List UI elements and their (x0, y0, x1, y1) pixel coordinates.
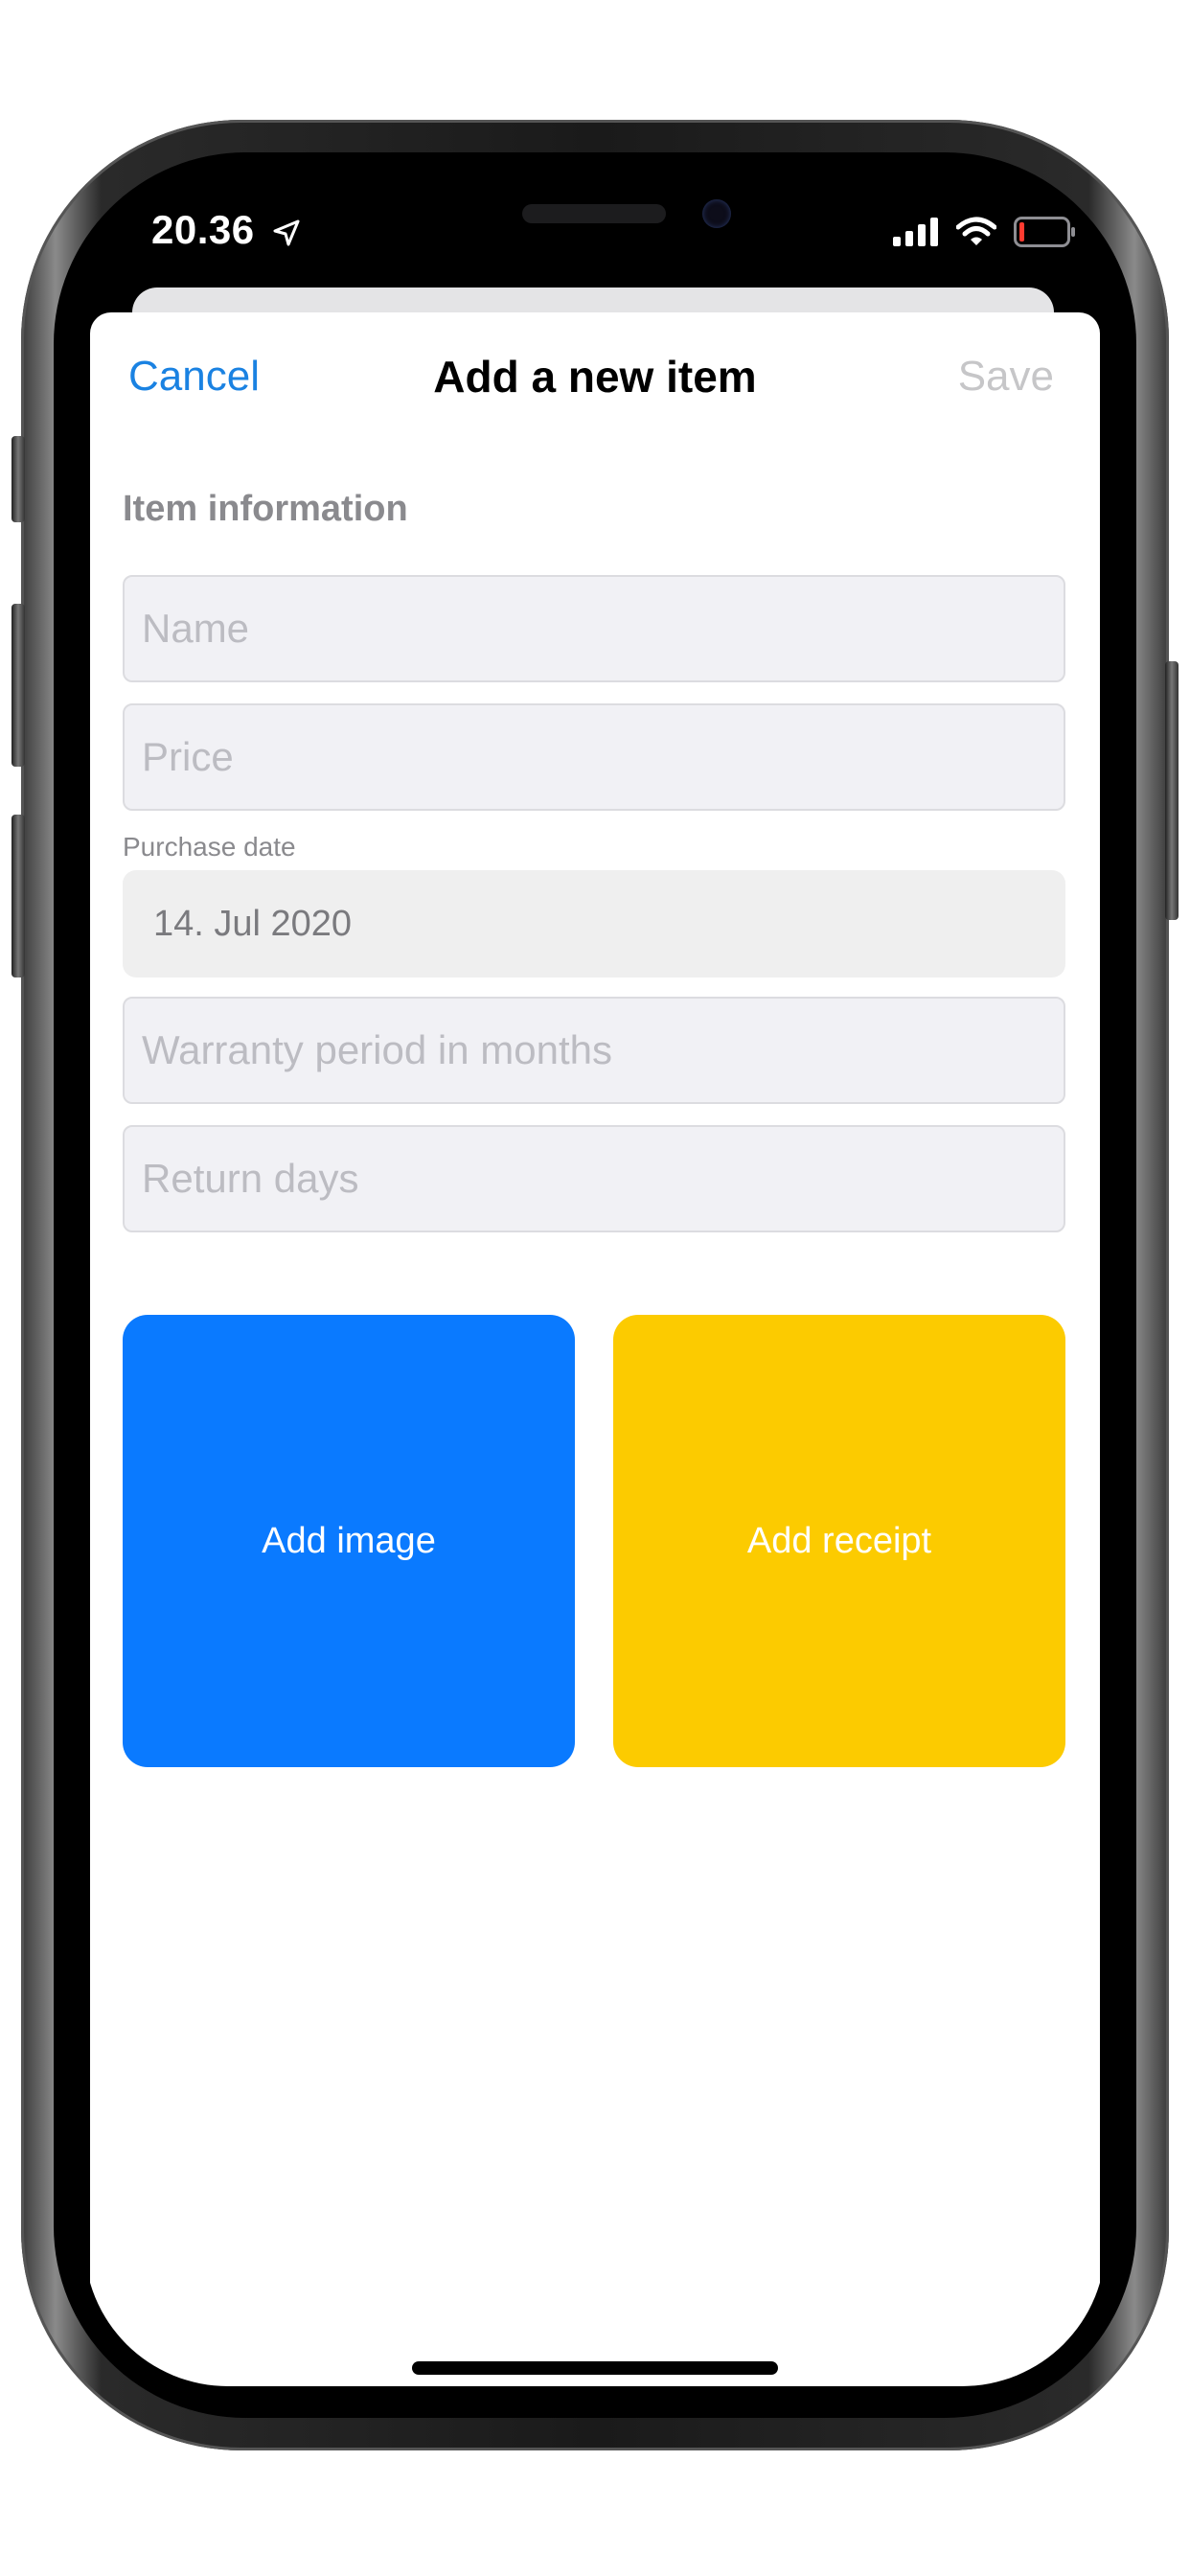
mute-switch (11, 436, 25, 522)
cellular-signal-icon (893, 218, 938, 246)
save-button[interactable]: Save (958, 353, 1054, 401)
purchase-date-value: 14. Jul 2020 (153, 903, 353, 944)
add-image-label: Add image (262, 1520, 436, 1561)
location-arrow-icon (273, 219, 300, 246)
volume-down-button (11, 815, 25, 978)
section-header-item-information: Item information (123, 489, 408, 529)
purchase-date-picker[interactable]: 14. Jul 2020 (123, 870, 1065, 978)
power-button (1165, 661, 1179, 920)
add-receipt-label: Add receipt (746, 1520, 932, 1561)
home-indicator[interactable] (412, 2361, 778, 2375)
device-screenshot: 20.36 Cancel Add a new item Save Item in… (0, 0, 1190, 2576)
front-camera (702, 199, 731, 228)
status-icons (893, 217, 1077, 247)
earpiece-speaker (522, 204, 666, 223)
add-receipt-button[interactable]: Add receipt (613, 1315, 1065, 1767)
add-image-button[interactable]: Add image (123, 1315, 575, 1767)
status-time: 20.36 (151, 207, 255, 252)
price-field[interactable] (123, 703, 1065, 811)
purchase-date-label: Purchase date (123, 832, 296, 862)
name-field[interactable] (123, 575, 1065, 682)
status-bar: 20.36 (151, 207, 301, 253)
wifi-icon (956, 217, 996, 245)
warranty-period-field[interactable] (123, 997, 1065, 1104)
volume-up-button (11, 604, 25, 767)
return-days-field[interactable] (123, 1125, 1065, 1232)
battery-low-icon (1014, 217, 1075, 247)
